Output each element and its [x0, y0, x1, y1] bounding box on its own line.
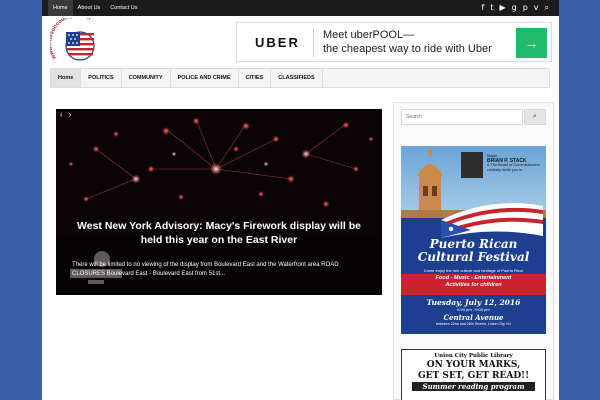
- page: Home About Us Contact Us f t ▶ g p v ⌕ w…: [42, 0, 559, 400]
- pinterest-icon[interactable]: p: [523, 0, 528, 16]
- ad-brand: UBER: [255, 35, 300, 50]
- top-links: Home About Us Contact Us: [48, 0, 143, 16]
- festival-time: 6:00 pm - 9:00 pm: [457, 307, 490, 312]
- library-name: Union City Public Library: [434, 353, 513, 359]
- festival-activities: Food - Music - Entertainment Activities …: [401, 274, 546, 295]
- google-plus-icon[interactable]: g: [512, 0, 517, 16]
- youtube-icon[interactable]: ▶: [499, 0, 505, 16]
- library-headline-1: ON YOUR MARKS,: [426, 360, 521, 370]
- arrow-right-icon[interactable]: →: [516, 28, 547, 58]
- slider-arrows: ‹ ›: [60, 109, 71, 121]
- nav-item-police-and-crime[interactable]: POLICE AND CRIME: [171, 69, 239, 87]
- chevron-left-icon[interactable]: ‹: [60, 109, 63, 121]
- facebook-icon[interactable]: f: [482, 0, 485, 16]
- festival-poster-ad[interactable]: Mayor BRIAN P. STACK & The Board of Comm…: [401, 146, 546, 334]
- slider-title[interactable]: West New York Advisory: Macy's Firework …: [68, 219, 370, 247]
- mayor-label: Mayor BRIAN P. STACK & The Board of Comm…: [487, 154, 542, 172]
- sidebar: ⌕: [393, 102, 554, 400]
- library-headline-2: GET SET, GET READ!!: [417, 371, 530, 381]
- twitter-icon[interactable]: t: [490, 0, 493, 16]
- search-icon[interactable]: ⌕: [545, 0, 549, 16]
- library-ad[interactable]: Union City Public Library ON YOUR MARKS,…: [401, 349, 546, 400]
- site-logo[interactable]: www.hudsoncountytv.com: [50, 18, 105, 68]
- search-input[interactable]: [401, 109, 523, 125]
- top-link-home[interactable]: Home: [48, 0, 73, 16]
- vimeo-icon[interactable]: v: [534, 0, 539, 16]
- top-link-contact-us[interactable]: Contact Us: [105, 0, 142, 16]
- festival-title: Puerto Rican Cultural Festival: [417, 237, 530, 264]
- mayor-line-3: cordially invite you to: [487, 167, 523, 172]
- nav-item-community[interactable]: COMMUNITY: [122, 69, 171, 87]
- mayor-photo: [461, 152, 483, 178]
- ad-divider: [313, 29, 314, 57]
- festival-tagline: Come enjoy the rich culture and heritage…: [423, 268, 524, 273]
- uber-ad-banner[interactable]: UBER Meet uberPOOL— the cheapest way to …: [236, 22, 552, 62]
- nav-item-home[interactable]: Home: [51, 69, 82, 87]
- top-link-about-us[interactable]: About Us: [73, 0, 106, 16]
- festival-streets: between 22nd and 26th Streets, Union Cit…: [436, 322, 511, 326]
- nav-item-cities[interactable]: CITIES: [239, 69, 272, 87]
- featured-slider[interactable]: ‹ › West New York Advisory: Macy's Firew…: [56, 109, 382, 295]
- chevron-right-icon[interactable]: ›: [69, 109, 72, 121]
- social-icons: f t ▶ g p v ⌕: [482, 0, 550, 16]
- top-bar: Home About Us Contact Us f t ▶ g p v ⌕: [42, 0, 559, 16]
- festival-date: Tuesday, July 12, 2016: [426, 298, 521, 307]
- main-nav: Home POLITICS COMMUNITY POLICE AND CRIME…: [50, 68, 550, 88]
- slider-excerpt: There will be limited to no viewing of t…: [72, 262, 339, 277]
- ad-line-2: the cheapest way to ride with Uber: [323, 43, 492, 55]
- ad-line-1: Meet uberPOOL—: [323, 29, 415, 41]
- nav-item-politics[interactable]: POLITICS: [81, 69, 122, 87]
- nav-item-classifieds[interactable]: CLASSIFIEDS: [271, 69, 323, 87]
- library-subheadline: Summer reading program: [412, 382, 535, 391]
- festival-venue: Central Avenue: [443, 313, 504, 322]
- activities-line-2: Activities for children: [445, 281, 502, 288]
- search-icon[interactable]: ⌕: [524, 109, 546, 125]
- mayor-line-2: & The Board of Commissioners: [487, 163, 540, 168]
